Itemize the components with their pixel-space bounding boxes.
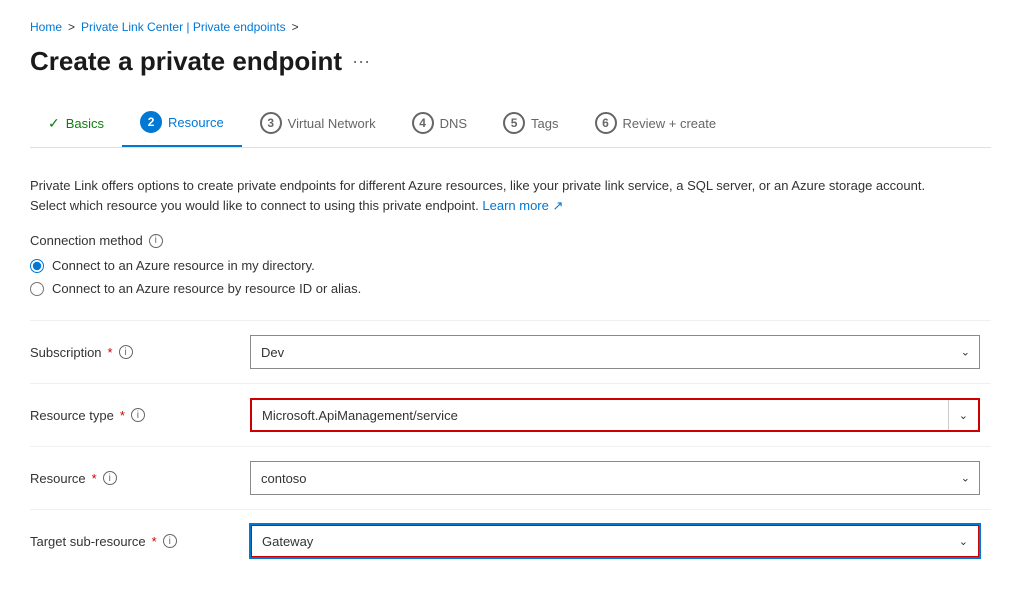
resource-type-chevron-icon[interactable]: ⌄ (948, 400, 978, 430)
breadcrumb-sep1: > (68, 20, 75, 34)
page-title-ellipsis[interactable]: ··· (352, 51, 370, 72)
step-basics[interactable]: ✓ Basics (30, 105, 122, 144)
subscription-control: Dev ⌄ (250, 335, 980, 369)
resource-info-icon[interactable]: i (103, 471, 117, 485)
radio-resource-id[interactable] (30, 282, 44, 296)
step-dns-label: DNS (440, 116, 467, 131)
resource-required: * (92, 471, 97, 486)
resource-select-wrapper: contoso ⌄ (250, 461, 980, 495)
target-sub-resource-info-icon[interactable]: i (163, 534, 177, 548)
step-basics-label: Basics (66, 116, 104, 131)
connection-method-section: Connection method i Connect to an Azure … (30, 233, 991, 296)
step-resource[interactable]: 2 Resource (122, 101, 242, 147)
external-link-icon: ↗ (553, 198, 564, 213)
connection-method-info-icon[interactable]: i (149, 234, 163, 248)
resource-type-row: Resource type * i Microsoft.ApiManagemen… (30, 383, 991, 446)
resource-type-value: Microsoft.ApiManagement/service (252, 408, 948, 423)
target-sub-resource-control: Gateway ⌄ (250, 524, 980, 558)
page-title-container: Create a private endpoint ··· (30, 46, 991, 77)
connection-method-label: Connection method i (30, 233, 991, 248)
gateway-value: Gateway (252, 534, 949, 549)
target-sub-resource-row: Target sub-resource * i Gateway ⌄ (30, 509, 991, 572)
subscription-info-icon[interactable]: i (119, 345, 133, 359)
step-dns[interactable]: 4 DNS (394, 102, 485, 146)
resource-label: Resource * i (30, 471, 230, 486)
gateway-select-box[interactable]: Gateway ⌄ (250, 524, 980, 558)
step-resource-number: 2 (140, 111, 162, 133)
target-sub-resource-required: * (152, 534, 157, 549)
radio-resource-id-label: Connect to an Azure resource by resource… (52, 281, 361, 296)
step-tags[interactable]: 5 Tags (485, 102, 576, 146)
step-review-create[interactable]: 6 Review + create (577, 102, 735, 146)
breadcrumb: Home > Private Link Center | Private end… (30, 20, 991, 34)
step-review-number: 6 (595, 112, 617, 134)
gateway-chevron-icon[interactable]: ⌄ (949, 526, 978, 556)
wizard-steps: ✓ Basics 2 Resource 3 Virtual Network 4 … (30, 101, 991, 148)
subscription-required: * (108, 345, 113, 360)
step-tags-label: Tags (531, 116, 558, 131)
resource-control: contoso ⌄ (250, 461, 980, 495)
resource-type-select-box[interactable]: Microsoft.ApiManagement/service ⌄ (250, 398, 980, 432)
step-resource-label: Resource (168, 115, 224, 130)
radio-option-resource-id: Connect to an Azure resource by resource… (30, 281, 991, 296)
radio-directory[interactable] (30, 259, 44, 273)
step-review-label: Review + create (623, 116, 717, 131)
step-check-icon: ✓ (48, 115, 60, 132)
radio-option-directory: Connect to an Azure resource in my direc… (30, 258, 991, 273)
resource-select[interactable]: contoso (250, 461, 980, 495)
subscription-select-wrapper: Dev ⌄ (250, 335, 980, 369)
step-vnet-label: Virtual Network (288, 116, 376, 131)
resource-row: Resource * i contoso ⌄ (30, 446, 991, 509)
step-tags-number: 5 (503, 112, 525, 134)
description-text: Private Link offers options to create pr… (30, 176, 930, 215)
subscription-row: Subscription * i Dev ⌄ (30, 320, 991, 383)
step-vnet-number: 3 (260, 112, 282, 134)
breadcrumb-sep2: > (292, 20, 299, 34)
radio-directory-label: Connect to an Azure resource in my direc… (52, 258, 315, 273)
page-title: Create a private endpoint (30, 46, 342, 77)
resource-type-required: * (120, 408, 125, 423)
step-dns-number: 4 (412, 112, 434, 134)
learn-more-link[interactable]: Learn more ↗ (482, 198, 563, 213)
target-sub-resource-label: Target sub-resource * i (30, 534, 230, 549)
resource-type-control: Microsoft.ApiManagement/service ⌄ (250, 398, 980, 432)
breadcrumb-link1[interactable]: Private Link Center | Private endpoints (81, 20, 286, 34)
form-section: Subscription * i Dev ⌄ Resource type * i… (30, 320, 991, 572)
resource-type-info-icon[interactable]: i (131, 408, 145, 422)
subscription-label: Subscription * i (30, 345, 230, 360)
resource-type-label: Resource type * i (30, 408, 230, 423)
subscription-select[interactable]: Dev (250, 335, 980, 369)
breadcrumb-home[interactable]: Home (30, 20, 62, 34)
step-virtual-network[interactable]: 3 Virtual Network (242, 102, 394, 146)
